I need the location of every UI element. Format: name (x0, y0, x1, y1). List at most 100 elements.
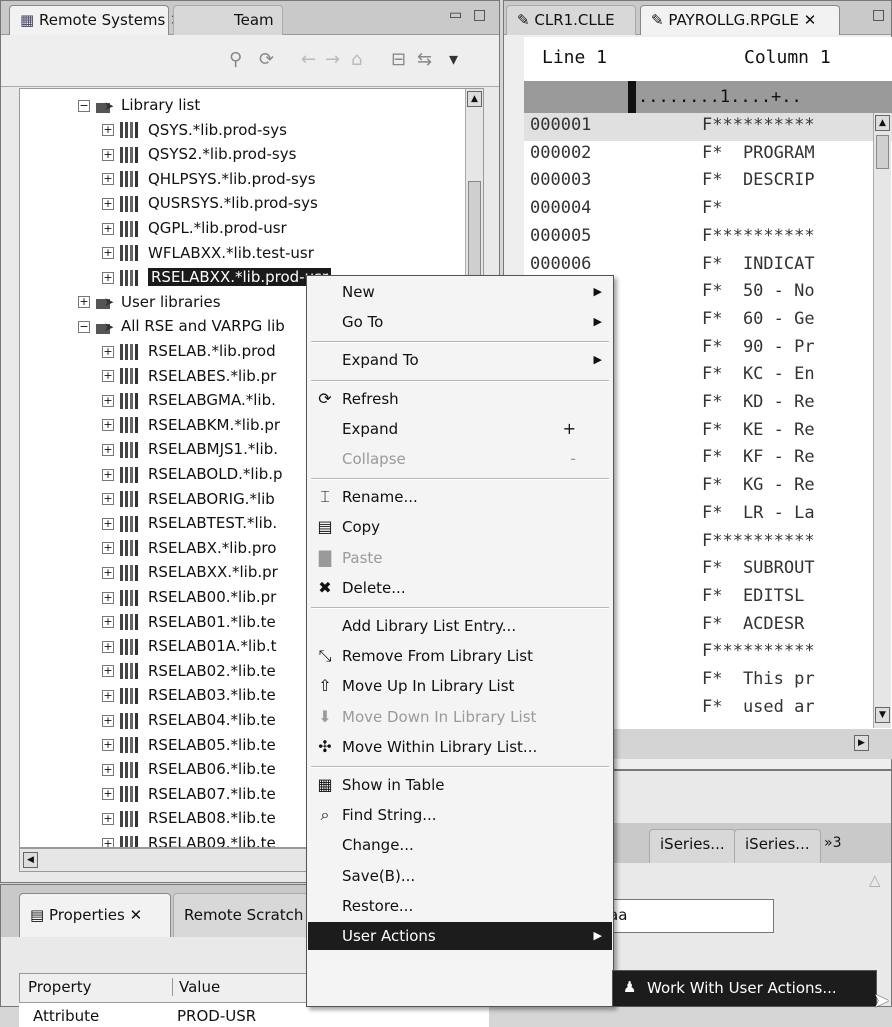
tab-properties[interactable]: ▤ Properties ✕ (19, 893, 171, 937)
tree-item-library[interactable]: + QSYS2.*lib.prod-sys (102, 142, 296, 166)
menu-item-work-with-user-actions[interactable]: Work With User Actions... (647, 979, 837, 997)
home-icon[interactable]: ⌂ (351, 49, 362, 70)
tree-item-library[interactable]: + RSELABX.*lib.pro (102, 536, 276, 560)
tree-group[interactable]: − Library list (78, 93, 200, 118)
tab-iseries-2[interactable]: iSeries... (734, 829, 821, 863)
menu-item-change[interactable]: Change... (308, 831, 612, 859)
scroll-up-icon[interactable]: ▲ (875, 115, 890, 131)
editor-vertical-scrollbar[interactable]: ▲ ▼ (873, 113, 891, 728)
menu-item-copy[interactable]: ▤ Copy (308, 513, 612, 541)
expand-toggle-icon[interactable]: + (102, 665, 114, 678)
menu-item-move-down-in-library-list[interactable]: ⬇ Move Down In Library List (308, 703, 612, 731)
expand-toggle-icon[interactable]: + (102, 714, 114, 727)
expand-toggle-icon[interactable]: + (102, 345, 114, 358)
tree-item-library[interactable]: + RSELABTEST.*lib. (102, 511, 277, 535)
expand-toggle-icon[interactable]: + (102, 812, 114, 825)
expand-toggle-icon[interactable]: + (102, 493, 114, 506)
user-actions-submenu[interactable]: ♟ Work With User Actions... (612, 970, 877, 1007)
expand-toggle-icon[interactable]: + (102, 222, 114, 235)
expand-toggle-icon[interactable]: + (102, 247, 114, 260)
tree-item-library[interactable]: + RSELAB08.*lib.te (102, 806, 276, 830)
expand-toggle-icon[interactable]: + (102, 148, 114, 161)
menu-item-delete[interactable]: ✖ Delete... (308, 574, 612, 602)
tree-item-library[interactable]: + RSELABMJS1.*lib. (102, 437, 278, 461)
menu-item-go-to[interactable]: Go To ▶ (308, 308, 612, 336)
tree-item-library[interactable]: + RSELABXX.*lib.prod-usr (102, 265, 332, 289)
menu-item-collapse[interactable]: Collapse - (308, 445, 612, 473)
tree-item-library[interactable]: + RSELAB01A.*lib.t (102, 634, 277, 658)
tree-group[interactable]: + User libraries (78, 290, 221, 314)
expand-toggle-icon[interactable]: + (102, 394, 114, 407)
tree-item-library[interactable]: + RSELAB04.*lib.te (102, 708, 276, 732)
menu-item-paste[interactable]: ▇ Paste (308, 544, 612, 572)
menu-item-add-library-list-entry[interactable]: Add Library List Entry... (308, 612, 612, 640)
link-with-editor-icon[interactable]: ⇆ (417, 49, 432, 70)
expand-toggle-icon[interactable]: + (102, 739, 114, 752)
tree-item-library[interactable]: + RSELABOLD.*lib.p (102, 462, 283, 486)
forward-icon[interactable]: → (325, 49, 340, 70)
scroll-up-icon[interactable]: ▲ (467, 91, 482, 107)
tree-item-library[interactable]: + RSELAB07.*lib.te (102, 782, 276, 806)
menu-item-restore[interactable]: Restore... (308, 892, 612, 920)
back-icon[interactable]: ← (301, 49, 316, 70)
tab-payrollg-rpgle[interactable]: ✎ PAYROLLG.RPGLE ✕ (640, 5, 840, 35)
expand-toggle-icon[interactable]: + (102, 173, 114, 186)
tree-item-library[interactable]: + QGPL.*lib.prod-usr (102, 216, 287, 240)
tree-item-library[interactable]: + RSELAB03.*lib.te (102, 683, 276, 707)
expand-toggle-icon[interactable]: + (102, 640, 114, 653)
collapse-all-icon[interactable]: ⊟ (391, 49, 406, 70)
expand-toggle-icon[interactable]: + (102, 443, 114, 456)
expand-toggle-icon[interactable]: + (102, 763, 114, 776)
maximize-icon[interactable]: □ (473, 7, 486, 23)
menu-item-show-in-table[interactable]: ▦ Show in Table (308, 771, 612, 799)
collapse-toggle-icon[interactable]: − (78, 99, 90, 112)
close-icon[interactable]: ✕ (804, 11, 817, 29)
expand-toggle-icon[interactable]: + (102, 566, 114, 579)
tree-item-library[interactable]: + RSELABES.*lib.pr (102, 364, 276, 388)
menu-item-save-b[interactable]: Save(B)... (308, 862, 612, 890)
connect-icon[interactable]: ⚲ (229, 49, 242, 70)
menu-item-move-up-in-library-list[interactable]: ⇧ Move Up In Library List (308, 672, 612, 700)
expand-toggle-icon[interactable]: + (102, 370, 114, 383)
menu-item-expand-to[interactable]: Expand To ▶ (308, 346, 612, 374)
tree-item-library[interactable]: + RSELAB09.*lib.te (102, 831, 276, 847)
expand-toggle-icon[interactable]: + (102, 788, 114, 801)
expand-toggle-icon[interactable]: + (102, 837, 114, 847)
menu-item-remove-from-library-list[interactable]: ⤡ Remove From Library List (308, 642, 612, 670)
tab-iseries-1[interactable]: iSeries... (649, 829, 736, 863)
tree-item-library[interactable]: + QUSRSYS.*lib.prod-sys (102, 191, 318, 215)
collapse-toggle-icon[interactable]: − (78, 320, 90, 333)
tree-item-library[interactable]: + RSELAB01.*lib.te (102, 610, 276, 634)
menu-item-refresh[interactable]: ⟳ Refresh (308, 385, 612, 413)
view-menu-icon[interactable]: ▾ (449, 49, 458, 70)
tree-item-library[interactable]: + RSELAB02.*lib.te (102, 659, 276, 683)
scroll-right-icon[interactable]: ▶ (854, 735, 869, 751)
menu-item-expand[interactable]: Expand + (308, 415, 612, 443)
tab-remote-systems[interactable]: ▦ Remote Systems ✕ (9, 5, 183, 35)
tree-item-library[interactable]: + RSELAB05.*lib.te (102, 733, 276, 757)
menu-item-rename[interactable]: ⌶ Rename... (308, 483, 612, 511)
column-value[interactable]: Value (172, 978, 220, 996)
expand-toggle-icon[interactable]: + (78, 296, 90, 309)
expand-toggle-icon[interactable]: + (102, 591, 114, 604)
tree-item-library[interactable]: + WFLABXX.*lib.test-usr (102, 241, 314, 265)
tree-group[interactable]: − All RSE and VARPG lib (78, 314, 285, 339)
expand-toggle-icon[interactable]: + (102, 517, 114, 530)
editor-maximize-icon[interactable]: □ (872, 7, 885, 23)
tab-clr1-clle[interactable]: ✎ CLR1.CLLE (506, 5, 636, 35)
tree-item-library[interactable]: + RSELAB06.*lib.te (102, 757, 276, 781)
more-tabs-indicator[interactable]: »3 (824, 835, 841, 851)
menu-item-user-actions[interactable]: User Actions ▶ (308, 922, 612, 950)
tree-item-library[interactable]: + RSELAB00.*lib.pr (102, 585, 276, 609)
expand-toggle-icon[interactable]: + (102, 689, 114, 702)
menu-item-move-within-library-list[interactable]: ✣ Move Within Library List... (308, 733, 612, 761)
tree-item-library[interactable]: + QSYS.*lib.prod-sys (102, 118, 287, 142)
tree-item-library[interactable]: + RSELABXX.*lib.pr (102, 560, 278, 584)
tab-remote-scratchpad[interactable]: Remote Scratch (173, 893, 313, 937)
refresh-icon[interactable]: ⟳ (259, 49, 274, 70)
expand-toggle-icon[interactable]: + (102, 419, 114, 432)
tree-item-library[interactable]: + RSELABKM.*lib.pr (102, 413, 280, 437)
tree-item-library[interactable]: + QHLPSYS.*lib.prod-sys (102, 167, 316, 191)
scroll-thumb[interactable] (876, 135, 889, 169)
close-icon[interactable]: ✕ (130, 906, 143, 924)
